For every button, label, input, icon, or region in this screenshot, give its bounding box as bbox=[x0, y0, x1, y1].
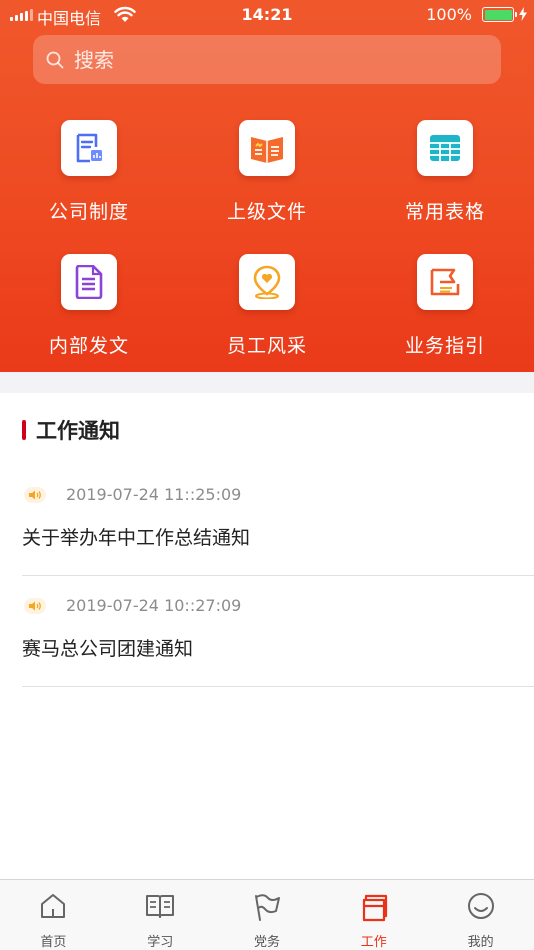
section-title: 工作通知 bbox=[36, 419, 120, 443]
notice-title: 关于举办年中工作总结通知 bbox=[22, 527, 251, 549]
document-icon bbox=[75, 265, 103, 299]
charging-icon bbox=[519, 7, 527, 21]
grid-item-superior-documents[interactable]: 上级文件 bbox=[192, 120, 342, 224]
notice-item[interactable]: 2019-07-24 11::25:09 关于举办年中工作总结通知 bbox=[22, 465, 534, 576]
notebook-icon bbox=[362, 894, 387, 922]
grid-item-business-guide[interactable]: 业务指引 bbox=[370, 254, 520, 358]
location-heart-icon bbox=[253, 265, 281, 299]
header-banner: 中国电信 14:21 100% 公司制度 bbox=[0, 0, 534, 372]
grid-tile bbox=[417, 120, 473, 176]
grid-item-company-policy[interactable]: 公司制度 bbox=[14, 120, 164, 224]
notice-title: 赛马总公司团建通知 bbox=[22, 638, 194, 660]
section-divider bbox=[0, 372, 534, 393]
flag-icon bbox=[254, 894, 280, 921]
search-icon bbox=[46, 51, 64, 68]
section-accent-bar bbox=[22, 420, 26, 440]
notice-time: 2019-07-24 11::25:09 bbox=[66, 485, 242, 504]
notice-time: 2019-07-24 10::27:09 bbox=[66, 596, 242, 615]
battery-icon bbox=[482, 7, 517, 22]
grid-item-label: 内部发文 bbox=[48, 335, 129, 357]
grid-tile bbox=[239, 120, 295, 176]
status-bar: 中国电信 14:21 100% bbox=[0, 0, 534, 30]
tab-label: 党务 bbox=[253, 935, 280, 950]
grid-item-label: 业务指引 bbox=[404, 335, 485, 357]
flag-icon bbox=[430, 268, 460, 296]
grid-tile bbox=[61, 120, 117, 176]
grid-item-common-forms[interactable]: 常用表格 bbox=[370, 120, 520, 224]
tab-label: 首页 bbox=[40, 935, 67, 950]
home-icon bbox=[41, 894, 66, 918]
tab-bar: 首页 学习 党务 工作 我的 bbox=[0, 879, 534, 950]
tab-mine[interactable]: 我的 bbox=[427, 880, 534, 950]
search-bar[interactable] bbox=[33, 35, 501, 84]
grid-tile bbox=[61, 254, 117, 310]
speaker-icon bbox=[24, 487, 46, 503]
search-input[interactable] bbox=[72, 46, 456, 73]
table-icon bbox=[430, 135, 460, 161]
grid-item-label: 上级文件 bbox=[226, 201, 307, 223]
speaker-icon bbox=[24, 598, 46, 614]
grid-item-label: 公司制度 bbox=[48, 201, 129, 223]
section-header: 工作通知 bbox=[22, 415, 120, 445]
tab-label: 工作 bbox=[360, 935, 387, 950]
notice-item[interactable]: 2019-07-24 10::27:09 赛马总公司团建通知 bbox=[22, 576, 534, 687]
smile-icon bbox=[467, 893, 494, 919]
document-chart-icon bbox=[76, 133, 102, 163]
tab-home[interactable]: 首页 bbox=[0, 880, 107, 950]
grid-item-employee-showcase[interactable]: 员工风采 bbox=[192, 254, 342, 358]
grid-item-label: 常用表格 bbox=[404, 201, 485, 223]
tab-label: 学习 bbox=[147, 935, 174, 950]
tab-work[interactable]: 工作 bbox=[320, 880, 427, 950]
grid-tile bbox=[239, 254, 295, 310]
battery-percent: 100% bbox=[426, 5, 472, 24]
grid-item-internal-dispatch[interactable]: 内部发文 bbox=[14, 254, 164, 358]
grid-item-label: 员工风采 bbox=[226, 335, 307, 357]
tab-party-affairs[interactable]: 党务 bbox=[214, 880, 321, 950]
tab-label: 我的 bbox=[467, 935, 494, 950]
open-book-icon bbox=[251, 137, 283, 163]
grid-tile bbox=[417, 254, 473, 310]
book-icon bbox=[146, 895, 175, 918]
tab-study[interactable]: 学习 bbox=[107, 880, 214, 950]
